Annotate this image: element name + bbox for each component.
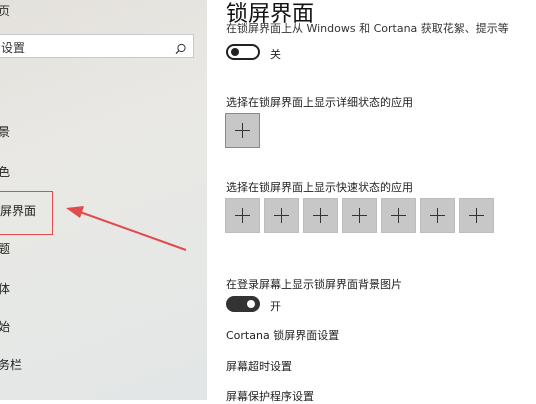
toggle-knob [231,48,239,56]
sidebar-item-fonts[interactable]: 体 [0,280,10,297]
quick-status-label: 选择在锁屏界面上显示快速状态的应用 [226,181,413,194]
quick-status-app-button[interactable] [459,198,494,233]
quick-status-app-button[interactable] [342,198,377,233]
quick-status-app-button[interactable] [420,198,455,233]
sidebar-home-label[interactable]: 页 [0,2,10,19]
search-icon [175,40,187,59]
detailed-status-label: 选择在锁屏界面上显示详细状态的应用 [226,96,413,109]
sidebar-item-background[interactable]: 景 [0,123,10,140]
quick-status-app-button[interactable] [225,198,260,233]
quick-status-app-button[interactable] [381,198,416,233]
search-input[interactable]: 设置 [0,34,194,58]
detailed-status-app-button[interactable] [225,113,260,148]
quick-status-app-button[interactable] [264,198,299,233]
plus-icon [235,208,250,223]
screen-timeout-settings-link[interactable]: 屏幕超时设置 [226,358,292,374]
plus-icon [469,208,484,223]
sidebar-item-themes[interactable]: 题 [0,240,10,257]
sidebar-item-lock-screen-label: 屏界面 [0,204,37,218]
plus-icon [235,123,250,138]
signin-background-toggle[interactable] [226,296,260,312]
signin-background-toggle-state: 开 [270,300,281,313]
sidebar-item-colors[interactable]: 色 [0,163,10,180]
settings-sidebar: 页 设置 景 色 屏界面 题 体 始 务栏 [0,0,207,400]
fun-facts-toggle[interactable] [226,44,260,60]
red-arrow-annotation [66,206,187,251]
sidebar-item-taskbar[interactable]: 务栏 [0,356,22,373]
screen-saver-settings-link[interactable]: 屏幕保护程序设置 [226,388,314,404]
plus-icon [391,208,406,223]
plus-icon [313,208,328,223]
fun-facts-toggle-state: 关 [270,48,281,61]
plus-icon [274,208,289,223]
fun-facts-description: 在锁屏界面上从 Windows 和 Cortana 获取花絮、提示等 [226,22,509,35]
search-placeholder: 设置 [1,41,26,55]
sidebar-item-start[interactable]: 始 [0,318,10,335]
lock-screen-settings-page: 锁屏界面 在锁屏界面上从 Windows 和 Cortana 获取花絮、提示等 … [207,0,536,403]
signin-background-label: 在登录屏幕上显示锁屏界面背景图片 [226,278,402,291]
quick-status-app-button[interactable] [303,198,338,233]
plus-icon [430,208,445,223]
toggle-knob [247,300,255,308]
plus-icon [352,208,367,223]
sidebar-item-lock-screen[interactable]: 屏界面 [0,191,53,235]
cortana-lock-screen-settings-link[interactable]: Cortana 锁屏界面设置 [226,327,339,343]
